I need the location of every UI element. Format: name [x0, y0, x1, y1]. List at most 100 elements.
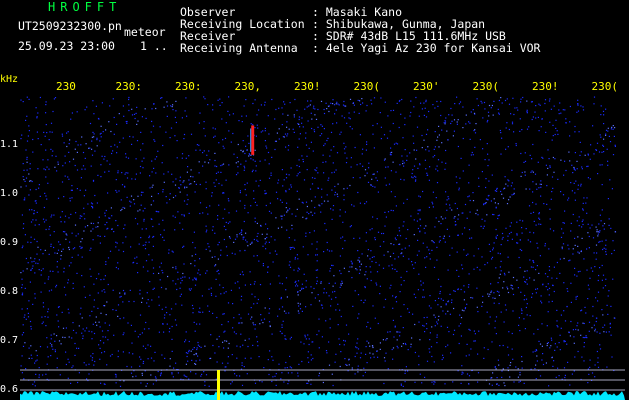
noise-pixel [148, 328, 150, 330]
noise-pixel [526, 303, 528, 305]
noise-pixel [444, 217, 447, 219]
noise-pixel [116, 146, 118, 148]
noise-pixel [365, 232, 367, 234]
noise-pixel [297, 375, 299, 377]
noise-pixel [419, 225, 422, 227]
noise-pixel [537, 116, 539, 118]
noise-pixel [70, 118, 72, 120]
noise-pixel [549, 347, 551, 349]
noise-pixel [472, 192, 474, 194]
noise-pixel [310, 354, 312, 356]
noise-pixel [454, 290, 456, 292]
noise-pixel [449, 313, 451, 315]
noise-pixel [519, 118, 521, 120]
noise-pixel [451, 247, 453, 249]
noise-pixel [68, 151, 70, 153]
noise-pixel [142, 191, 144, 193]
noise-pixel [411, 261, 413, 263]
noise-pixel [159, 279, 161, 281]
noise-pixel [434, 107, 436, 109]
noise-pixel [260, 104, 262, 106]
noise-pixel [239, 273, 241, 275]
noise-pixel [359, 269, 361, 271]
noise-pixel [285, 146, 287, 148]
noise-pixel [121, 208, 123, 210]
noise-pixel [532, 191, 534, 193]
noise-pixel [348, 333, 350, 335]
noise-pixel [206, 229, 208, 231]
noise-pixel [85, 189, 87, 191]
noise-pixel [169, 198, 171, 201]
noise-pixel [567, 361, 569, 363]
noise-pixel [281, 169, 283, 171]
noise-pixel [589, 178, 591, 180]
noise-pixel [423, 325, 425, 327]
noise-pixel [530, 171, 532, 173]
noise-pixel [558, 109, 560, 111]
noise-pixel [444, 241, 446, 243]
noise-pixel [45, 112, 47, 114]
noise-pixel [329, 327, 331, 329]
noise-pixel [462, 170, 464, 172]
noise-pixel [359, 100, 361, 102]
noise-pixel [195, 373, 197, 375]
noise-pixel [417, 227, 419, 230]
noise-pixel [151, 120, 153, 122]
noise-pixel [197, 341, 199, 344]
noise-pixel [437, 304, 439, 306]
noise-pixel [197, 344, 199, 346]
noise-pixel [152, 267, 155, 269]
noise-pixel [539, 218, 541, 220]
noise-pixel [487, 165, 489, 167]
noise-pixel [508, 271, 510, 273]
noise-pixel [254, 382, 257, 384]
noise-pixel [294, 256, 296, 259]
noise-pixel [440, 298, 442, 300]
noise-pixel [20, 138, 22, 140]
noise-pixel [311, 183, 314, 185]
noise-pixel [570, 230, 572, 232]
noise-pixel [122, 206, 124, 209]
noise-pixel [424, 376, 426, 378]
noise-pixel [92, 222, 95, 225]
noise-pixel [252, 124, 254, 126]
noise-pixel [316, 276, 318, 279]
noise-pixel [538, 187, 540, 189]
y-axis-label: kHz [0, 74, 19, 85]
noise-pixel [363, 302, 365, 304]
noise-pixel [231, 354, 233, 356]
noise-pixel [527, 239, 529, 241]
noise-pixel [540, 223, 542, 225]
noise-pixel [89, 268, 91, 270]
noise-pixel [588, 321, 591, 323]
noise-pixel [377, 322, 379, 325]
noise-pixel [44, 169, 47, 171]
noise-pixel [99, 340, 102, 342]
noise-pixel [175, 110, 177, 112]
noise-pixel [356, 352, 358, 354]
noise-pixel [154, 158, 156, 160]
noise-pixel [568, 248, 570, 250]
noise-pixel [191, 255, 193, 257]
noise-pixel [164, 314, 166, 316]
noise-pixel [122, 137, 124, 139]
noise-pixel [322, 154, 324, 156]
noise-pixel [56, 367, 58, 369]
noise-pixel [276, 253, 278, 255]
noise-pixel [307, 100, 309, 102]
noise-pixel [379, 245, 381, 247]
noise-pixel [241, 121, 243, 123]
noise-pixel [595, 258, 597, 260]
noise-pixel [592, 305, 594, 308]
noise-pixel [371, 256, 373, 258]
noise-pixel [188, 351, 190, 353]
noise-pixel [594, 376, 596, 378]
noise-pixel [416, 254, 418, 256]
noise-pixel [501, 193, 503, 195]
noise-pixel [391, 268, 394, 270]
noise-pixel [44, 282, 46, 284]
noise-pixel [255, 170, 257, 172]
noise-pixel [285, 173, 288, 175]
noise-pixel [140, 194, 142, 196]
noise-pixel [317, 187, 319, 189]
